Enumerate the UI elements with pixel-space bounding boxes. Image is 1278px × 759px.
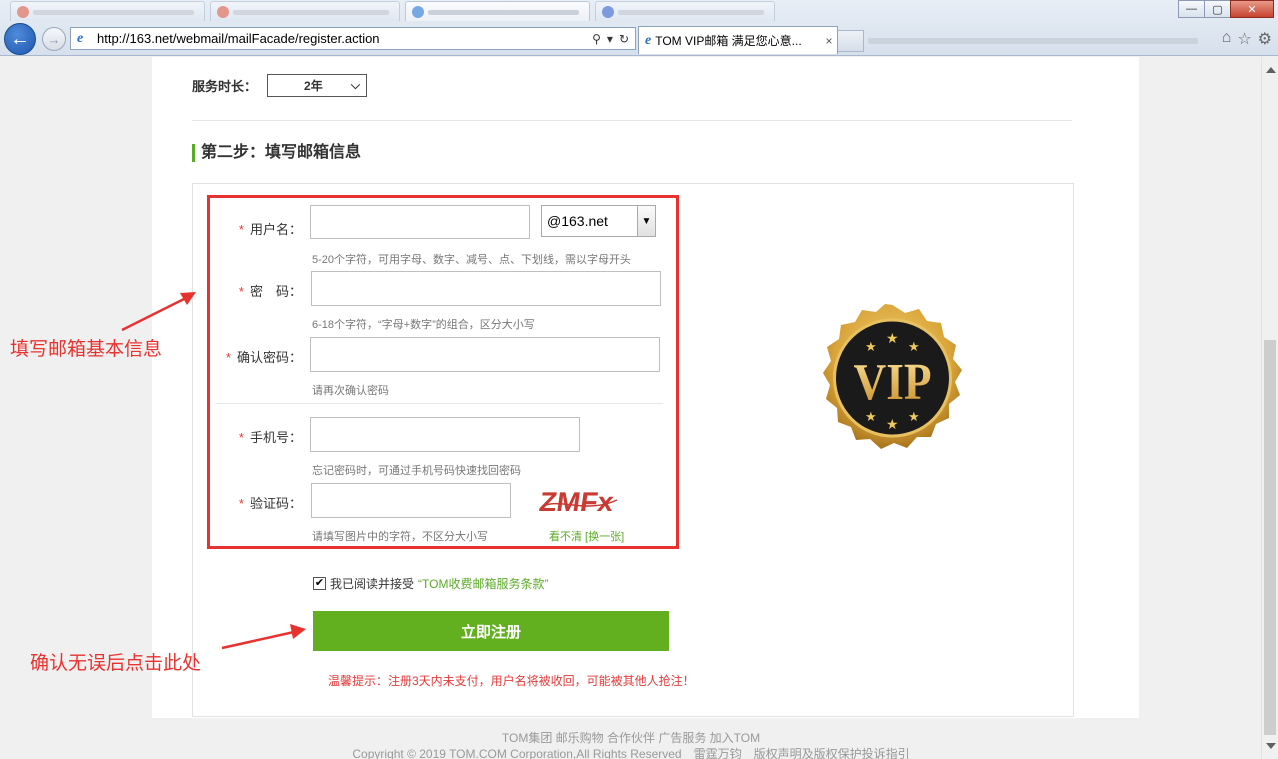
arrow-to-submit xyxy=(221,630,295,650)
arrow-to-form xyxy=(121,295,189,332)
footer-copyright: Copyright © 2019 TOM.COM Corporation,All… xyxy=(352,747,910,759)
arrowhead-submit xyxy=(290,624,306,639)
footer-links[interactable]: TOM集团 邮乐购物 合作伙伴 广告服务 加入TOM xyxy=(0,729,1262,746)
annotation-fill-info: 填写邮箱基本信息 xyxy=(10,338,163,360)
annotation-click-here: 确认无误后点击此处 xyxy=(30,652,202,674)
annotation-arrows xyxy=(121,292,306,650)
